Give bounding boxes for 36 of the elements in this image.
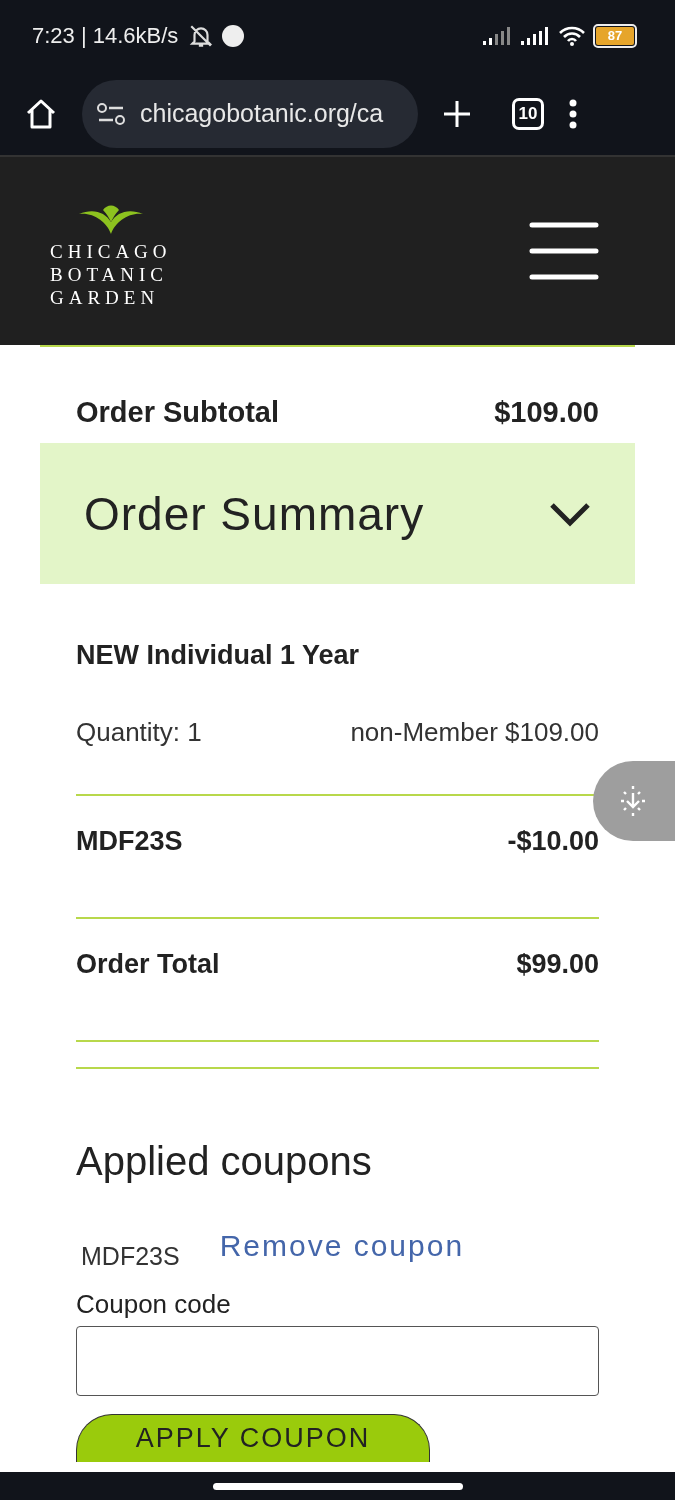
signal-icon xyxy=(521,27,551,45)
order-total-value: $99.00 xyxy=(516,949,599,980)
more-menu-icon[interactable] xyxy=(568,98,578,129)
apply-coupon-button[interactable]: APPLY COUPON xyxy=(76,1414,430,1462)
site-settings-icon[interactable] xyxy=(96,101,126,126)
applied-coupons-heading: Applied coupons xyxy=(76,1139,373,1184)
notification-dot-icon xyxy=(222,25,245,47)
logo-text: CHICAGO xyxy=(50,239,172,263)
address-bar[interactable]: chicagobotanic.org/ca xyxy=(82,79,418,148)
remove-coupon-link[interactable]: Remove coupon xyxy=(219,1228,465,1263)
logo-text: BOTANIC xyxy=(50,262,169,286)
chevron-icon xyxy=(549,500,591,527)
coupon-code: MDF23S xyxy=(81,1242,180,1271)
muted-bell-icon xyxy=(188,23,215,49)
home-indicator[interactable] xyxy=(212,1482,463,1490)
discount-code: MDF23S xyxy=(76,826,183,857)
discount-amount: -$10.00 xyxy=(507,826,599,857)
battery-level: 87 xyxy=(596,27,634,45)
menu-icon[interactable] xyxy=(529,221,599,281)
order-summary-toggle[interactable]: Order Summary xyxy=(40,443,635,584)
subtotal-value: $109.00 xyxy=(494,395,599,429)
signal-icon xyxy=(483,27,513,45)
subtotal-label: Order Subtotal xyxy=(76,395,279,429)
coupon-code-label: Coupon code xyxy=(76,1289,232,1320)
item-name: NEW Individual 1 Year xyxy=(76,640,361,671)
item-quantity: Quantity: 1 xyxy=(76,717,202,748)
leaf-logo-icon xyxy=(78,203,143,234)
tab-count[interactable]: 10 xyxy=(512,97,544,130)
coupon-code-field[interactable] xyxy=(76,1326,599,1396)
url-text: chicagobotanic.org/ca xyxy=(140,99,384,128)
order-total-label: Order Total xyxy=(76,949,220,980)
item-price: non-Member $109.00 xyxy=(350,717,599,748)
new-tab-icon[interactable] xyxy=(442,98,472,129)
status-time: 7:23 | 14.6kB/s xyxy=(32,23,179,49)
logo-text: GARDEN xyxy=(50,285,161,309)
wifi-icon xyxy=(559,26,585,46)
